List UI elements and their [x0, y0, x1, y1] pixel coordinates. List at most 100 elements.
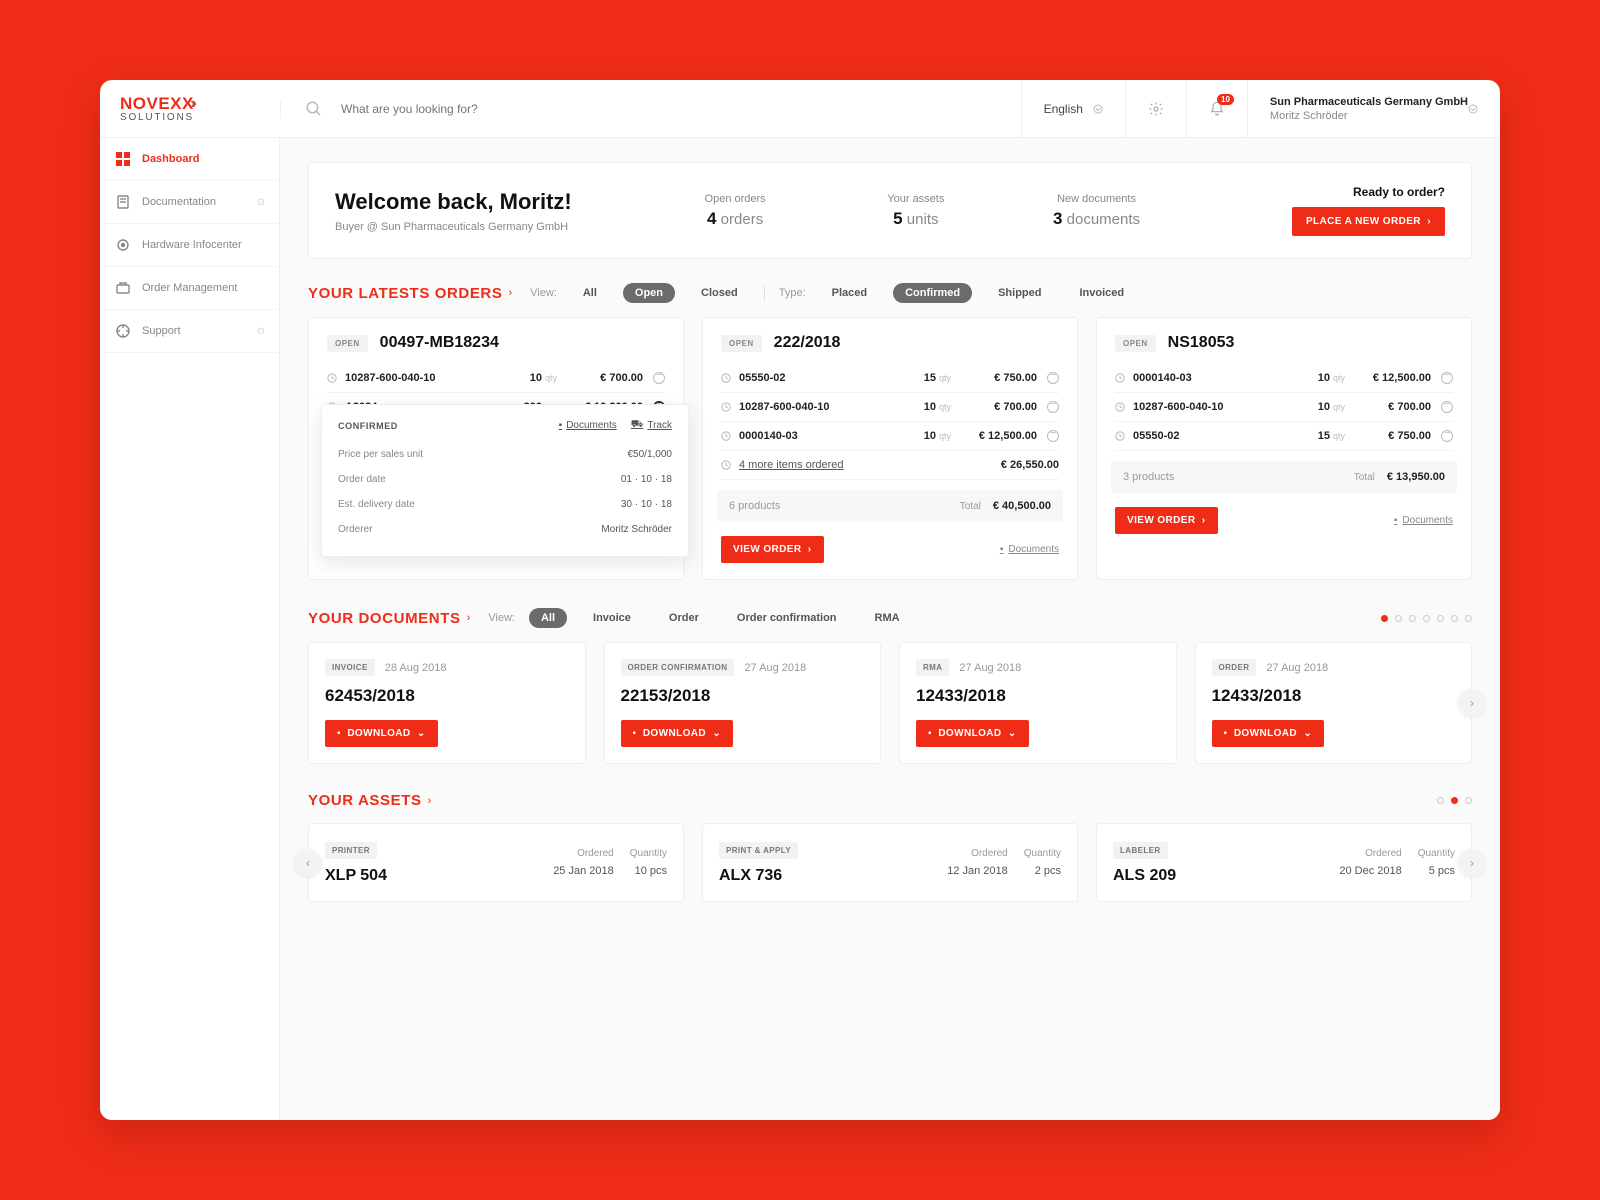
- chevron-down-icon: [1093, 104, 1103, 114]
- document-card[interactable]: RMA 27 Aug 2018 12433/2018 ▪ DOWNLOAD ⌄: [899, 642, 1177, 764]
- filter-all[interactable]: All: [571, 283, 609, 303]
- settings-button[interactable]: [1125, 80, 1186, 137]
- more-items-row[interactable]: 4 more items ordered€ 26,550.00: [721, 451, 1059, 480]
- track-link[interactable]: ⛟Track: [631, 419, 672, 432]
- filter-invoice[interactable]: Invoice: [581, 608, 643, 628]
- doc-number: 12433/2018: [916, 686, 1160, 706]
- notification-badge: 10: [1217, 94, 1234, 105]
- section-title[interactable]: YOUR ASSETS: [308, 792, 422, 809]
- hardware-icon: [116, 238, 130, 252]
- popover-row: Order date01 · 10 · 18: [338, 467, 672, 492]
- order-number: 00497-MB18234: [380, 334, 499, 352]
- language-label: English: [1044, 102, 1083, 116]
- pagination-dots[interactable]: [1437, 797, 1472, 804]
- order-line[interactable]: 10287-600-040-1010qty€ 700.00: [721, 393, 1059, 422]
- filter-placed[interactable]: Placed: [820, 283, 879, 303]
- download-button[interactable]: ▪ DOWNLOAD ⌄: [916, 720, 1029, 747]
- documents-link[interactable]: ▪Documents: [1000, 544, 1059, 555]
- asset-card[interactable]: PRINTERXLP 504Ordered25 Jan 2018Quantity…: [308, 823, 684, 902]
- filter-all[interactable]: All: [529, 608, 567, 628]
- popover-row: OrdererMoritz Schröder: [338, 517, 672, 542]
- logo-subtext: SOLUTIONS: [120, 112, 260, 123]
- account-user: Moritz Schröder: [1270, 110, 1468, 122]
- document-card[interactable]: ORDER27 Aug 201812433/2018▪ DOWNLOAD ⌄: [1195, 642, 1473, 764]
- sidebar-item-dashboard[interactable]: Dashboard: [100, 138, 279, 181]
- order-line[interactable]: 05550-0215qty€ 750.00: [721, 364, 1059, 393]
- view-order-button[interactable]: VIEW ORDER ›: [721, 536, 824, 563]
- popover-status: CONFIRMED: [338, 421, 545, 431]
- asset-type-badge: LABELER: [1113, 842, 1168, 859]
- clock-icon: [1115, 373, 1125, 383]
- order-line[interactable]: 0000140-0310qty€ 12,500.00: [1115, 364, 1453, 393]
- section-title[interactable]: YOUR DOCUMENTS: [308, 610, 461, 627]
- doc-number: 12433/2018: [1212, 686, 1456, 706]
- order-card[interactable]: OPEN 00497-MB18234 10287-600-040-1010qty€…: [308, 317, 684, 580]
- asset-card[interactable]: PRINT & APPLYALX 736Ordered12 Jan 2018Qu…: [702, 823, 1078, 902]
- main-content: Welcome back, Moritz! Buyer @ Sun Pharma…: [280, 138, 1500, 1120]
- status-badge: OPEN: [327, 335, 368, 352]
- expand-icon[interactable]: [1441, 430, 1453, 442]
- order-card[interactable]: OPENNS18053 0000140-0310qty€ 12,500.00 1…: [1096, 317, 1472, 580]
- view-order-button[interactable]: VIEW ORDER ›: [1115, 507, 1218, 534]
- hero-cta: Ready to order? PLACE A NEW ORDER ›: [1187, 185, 1445, 236]
- asset-type-badge: PRINTER: [325, 842, 377, 859]
- notifications-button[interactable]: 10: [1186, 80, 1247, 137]
- sidebar-item-label: Support: [142, 325, 181, 337]
- filter-confirmation[interactable]: Order confirmation: [725, 608, 849, 628]
- expand-icon[interactable]: [653, 372, 665, 384]
- status-badge: OPEN: [1115, 335, 1156, 352]
- filter-invoiced[interactable]: Invoiced: [1067, 283, 1136, 303]
- document-card[interactable]: INVOICE28 Aug 201862453/2018▪ DOWNLOAD ⌄: [308, 642, 586, 764]
- filter-order[interactable]: Order: [657, 608, 711, 628]
- order-line[interactable]: 05550-0215qty€ 750.00: [1115, 422, 1453, 451]
- welcome-panel: Welcome back, Moritz! Buyer @ Sun Pharma…: [308, 162, 1472, 259]
- expand-icon[interactable]: [1441, 401, 1453, 413]
- sidebar-item-support[interactable]: Support ⊙: [100, 310, 279, 353]
- asset-card[interactable]: LABELERALS 209Ordered20 Dec 2018Quantity…: [1096, 823, 1472, 902]
- carousel-prev-button[interactable]: ‹: [294, 849, 322, 877]
- filter-confirmed[interactable]: Confirmed: [893, 283, 972, 303]
- expand-icon[interactable]: [1047, 430, 1059, 442]
- search-input[interactable]: [341, 102, 641, 116]
- place-order-button[interactable]: PLACE A NEW ORDER ›: [1292, 207, 1445, 236]
- expand-icon[interactable]: [1441, 372, 1453, 384]
- sidebar-item-orders[interactable]: Order Management: [100, 267, 279, 310]
- carousel-next-button[interactable]: ›: [1458, 849, 1486, 877]
- filter-shipped[interactable]: Shipped: [986, 283, 1053, 303]
- filter-open[interactable]: Open: [623, 283, 675, 303]
- order-card[interactable]: OPEN222/2018 05550-0215qty€ 750.00 10287…: [702, 317, 1078, 580]
- carousel-next-button[interactable]: ›: [1458, 689, 1486, 717]
- doc-date: 28 Aug 2018: [385, 662, 447, 674]
- filter-rma[interactable]: RMA: [863, 608, 912, 628]
- expand-icon[interactable]: [1047, 372, 1059, 384]
- order-line[interactable]: 0000140-0310qty€ 12,500.00: [721, 422, 1059, 451]
- order-line[interactable]: 10287-600-040-1010qty€ 700.00: [327, 364, 665, 393]
- clock-icon: [721, 402, 731, 412]
- clock-icon: [721, 460, 731, 470]
- account-menu[interactable]: Sun Pharmaceuticals Germany GmbH Moritz …: [1247, 80, 1500, 137]
- doc-number: 22153/2018: [621, 686, 865, 706]
- download-button[interactable]: ▪ DOWNLOAD ⌄: [1212, 720, 1325, 747]
- document-card[interactable]: ORDER CONFIRMATION27 Aug 201822153/2018▪…: [604, 642, 882, 764]
- doc-type-badge: RMA: [916, 659, 949, 676]
- doc-type-badge: INVOICE: [325, 659, 375, 676]
- language-selector[interactable]: English: [1021, 80, 1125, 137]
- documents-link[interactable]: ▪Documents: [559, 420, 617, 431]
- sidebar-item-label: Order Management: [142, 282, 237, 294]
- filter-closed[interactable]: Closed: [689, 283, 750, 303]
- expand-icon[interactable]: [1047, 401, 1059, 413]
- clock-icon: [721, 431, 731, 441]
- sidebar-item-hardware[interactable]: Hardware Infocenter: [100, 224, 279, 267]
- doc-date: 27 Aug 2018: [959, 662, 1021, 674]
- pagination-dots[interactable]: [1381, 615, 1472, 622]
- logo[interactable]: NOVEXX››› SOLUTIONS: [100, 94, 280, 123]
- documents-link[interactable]: ▪Documents: [1394, 515, 1453, 526]
- download-button[interactable]: ▪ DOWNLOAD ⌄: [621, 720, 734, 747]
- section-title[interactable]: YOUR LATESTS ORDERS: [308, 285, 502, 302]
- file-icon: ▪: [1394, 515, 1398, 526]
- order-line[interactable]: 10287-600-040-1010qty€ 700.00: [1115, 393, 1453, 422]
- download-button[interactable]: ▪ DOWNLOAD ⌄: [325, 720, 438, 747]
- welcome-title: Welcome back, Moritz!: [335, 189, 645, 215]
- sidebar-item-documentation[interactable]: Documentation ⊙: [100, 181, 279, 224]
- document-filters: View: All Invoice Order Order confirmati…: [488, 608, 911, 628]
